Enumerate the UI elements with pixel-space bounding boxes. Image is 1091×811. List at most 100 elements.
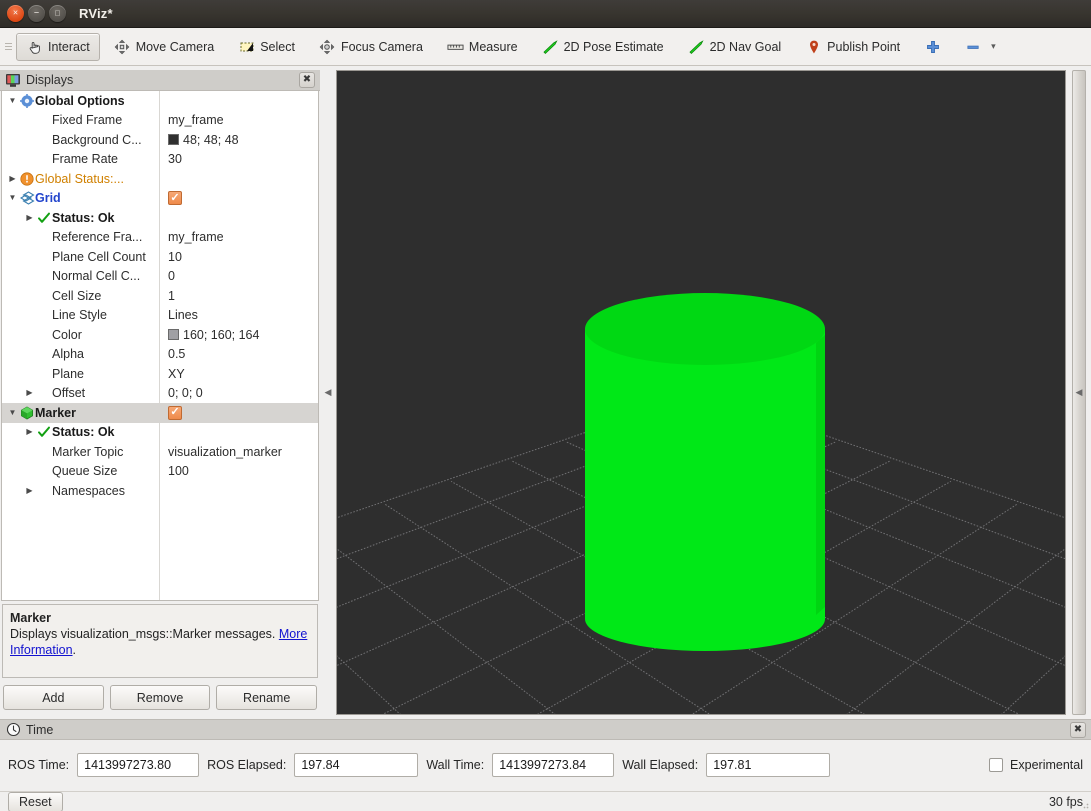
tree-row-label: Status: Ok [52,425,115,440]
tree-row-value-cell[interactable]: 1 [160,289,318,303]
tree-row-value-cell[interactable]: ✓ [160,191,318,206]
reset-button[interactable]: Reset [8,791,63,811]
tree-row-value: 160; 160; 164 [183,327,260,342]
tree-row-value-cell[interactable]: 48; 48; 48 [160,133,318,147]
tree-row-value-cell[interactable]: 30 [160,152,318,166]
display-tree-row[interactable]: Plane Cell Count 10 [2,247,318,267]
ros-time-input[interactable]: 1413997273.80 [77,753,200,777]
chevron-right-icon[interactable]: ▶ [23,213,36,222]
chevron-down-icon[interactable]: ▼ [6,194,19,202]
tree-row-label: Plane Cell Count [52,249,146,264]
ros-elapsed-input[interactable]: 197.84 [294,753,419,777]
tool-2d-nav-goal-button[interactable]: 2D Nav Goal [678,33,792,61]
tree-row-label: Alpha [52,347,84,362]
chevron-right-icon[interactable]: ▶ [6,174,19,183]
display-tree-row[interactable]: Normal Cell C... 0 [2,267,318,287]
close-icon[interactable]: ✖ [1070,721,1086,738]
display-tree-row[interactable]: Background C... 48; 48; 48 [2,130,318,150]
tool-focus-camera-button[interactable]: Focus Camera [309,33,433,61]
display-tree-row[interactable]: Cell Size 1 [2,286,318,306]
chevron-down-icon[interactable]: ▾ [991,41,996,52]
tree-row-value: 0.5 [168,347,186,362]
chevron-right-icon[interactable]: ▶ [23,486,36,495]
displays-dock-buttons: Add Remove Rename [0,678,320,715]
tree-row-value-cell[interactable]: 160; 160; 164 [160,328,318,342]
close-window-button[interactable]: × [7,5,24,22]
rename-display-button[interactable]: Rename [216,685,318,710]
display-tree-row[interactable]: ▶ Status: Ok [2,208,318,228]
display-tree-row[interactable]: ▶ Offset 0; 0; 0 [2,384,318,404]
display-tree-row[interactable]: Marker Topic visualization_marker [2,442,318,462]
remove-display-button[interactable]: Remove [109,685,211,710]
left-splitter[interactable]: ◀ [320,70,336,715]
tree-row-value-cell[interactable]: XY [160,367,318,381]
tree-row-value-cell[interactable]: my_frame [160,113,318,127]
ros-time-label: ROS Time: [8,758,70,772]
tool-select-button[interactable]: Select [228,33,305,61]
chevron-down-icon[interactable]: ▼ [6,408,19,417]
tool-2d-pose-estimate-button[interactable]: 2D Pose Estimate [532,33,674,61]
experimental-checkbox[interactable] [989,758,1004,772]
close-icon[interactable]: ✖ [299,72,315,88]
displays-tree[interactable]: ▼ Global Options Fixed Frame my_frame Backgr… [1,91,319,601]
wall-time-input[interactable]: 1413997273.84 [492,753,615,777]
display-tree-row[interactable]: ▼ Grid ✓ [2,189,318,209]
minimize-window-button[interactable]: − [28,5,45,22]
display-tree-row[interactable]: Line Style Lines [2,306,318,326]
add-display-button[interactable]: Add [3,685,104,710]
chevron-down-icon[interactable]: ▼ [6,96,19,105]
tool-move-camera-button[interactable]: Move Camera [104,33,225,61]
chevron-right-icon[interactable]: ▶ [23,428,36,436]
display-tree-row[interactable]: ▶ Namespaces [2,481,318,501]
tree-row-value-cell[interactable]: 0; 0; 0 [160,386,318,400]
display-tree-row[interactable]: Fixed Frame my_frame [2,111,318,131]
tool-measure-label: Measure [468,39,518,54]
tree-row-value-cell[interactable]: Lines [160,308,318,322]
chevron-right-icon[interactable]: ▶ [23,389,36,397]
tree-row-label: Plane [52,366,84,381]
resize-grip-icon[interactable] [1079,799,1089,809]
wall-time-label: Wall Time: [426,758,485,772]
display-tree-row[interactable]: ▶ Global Status:... [2,169,318,189]
tree-row-value-cell[interactable]: 10 [160,250,318,264]
display-tree-row[interactable]: ▶ Status: Ok [2,423,318,443]
tree-row-value-cell[interactable]: 0 [160,269,318,283]
display-tree-row[interactable]: Queue Size 100 [2,462,318,482]
maximize-window-button[interactable]: □ [49,5,66,22]
right-panel-splitter[interactable]: ◀ [1072,70,1086,715]
experimental-checkbox-group[interactable]: Experimental [989,758,1083,772]
tool-2d-nav-goal-label: 2D Nav Goal [709,39,782,54]
display-tree-row[interactable]: ▼ Marker ✓ [2,403,318,423]
displays-dock: Displays ✖ ▼ Global Options Fixed Frame my_… [0,70,320,715]
tree-row-name-cell: ▼ Global Options [2,93,160,108]
add-tool-button[interactable] [914,33,951,61]
color-swatch[interactable] [168,329,179,341]
display-tree-row[interactable]: Frame Rate 30 [2,150,318,170]
tree-row-value-cell[interactable]: 0.5 [160,347,318,361]
wall-elapsed-input[interactable]: 197.81 [706,753,831,777]
collapse-right-panel-icon[interactable]: ◀ [1076,387,1083,398]
clock-icon [6,722,21,737]
3d-scene [337,71,1065,714]
tool-interact-button[interactable]: Interact [16,32,100,61]
tree-row-value-cell[interactable]: ✓ [160,405,318,420]
display-tree-row[interactable]: Color 160; 160; 164 [2,325,318,345]
display-tree-row[interactable]: Plane XY [2,364,318,384]
collapse-left-panel-icon[interactable]: ◀ [325,387,332,398]
tree-row-value-cell[interactable]: visualization_marker [160,445,318,459]
enable-checkbox[interactable]: ✓ [168,405,182,420]
tree-row-value-cell[interactable]: my_frame [160,230,318,244]
tool-measure-button[interactable]: Measure [437,33,528,61]
tree-row-value-cell[interactable]: 100 [160,464,318,478]
enable-checkbox[interactable]: ✓ [168,191,182,206]
color-swatch[interactable] [168,134,179,146]
display-tree-row[interactable]: Reference Fra... my_frame [2,228,318,248]
toolbar-drag-handle[interactable] [2,28,14,66]
wall-elapsed-label: Wall Elapsed: [622,758,699,772]
remove-tool-button[interactable]: ▾ [955,33,1006,61]
tree-row-label: Normal Cell C... [52,269,141,284]
tool-publish-point-button[interactable]: Publish Point [795,33,910,61]
display-tree-row[interactable]: Alpha 0.5 [2,345,318,365]
render-viewport[interactable] [336,70,1066,715]
display-tree-row[interactable]: ▼ Global Options [2,91,318,111]
